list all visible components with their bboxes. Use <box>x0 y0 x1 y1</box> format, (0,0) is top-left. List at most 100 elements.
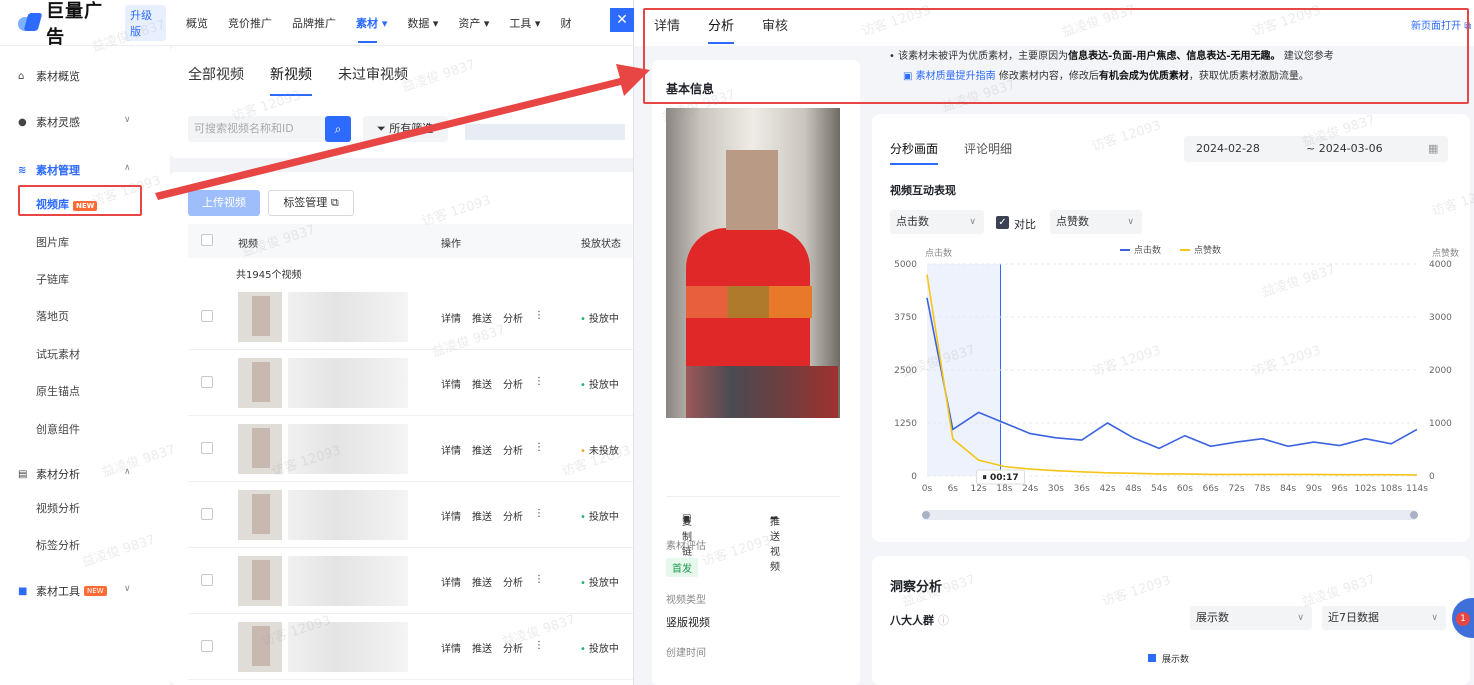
filter-button[interactable]: ⏷ 所有筛选 <box>363 116 448 142</box>
row-checkbox[interactable] <box>201 574 213 586</box>
upload-video-button[interactable]: 上传视频 <box>188 190 260 216</box>
notification-badge[interactable]: 1 <box>1456 612 1470 626</box>
row-action-2[interactable]: 分析 <box>503 442 523 457</box>
nav-brand[interactable]: 品牌推广 <box>292 15 336 31</box>
y-left-tick: 5000 <box>894 260 917 270</box>
row-checkbox[interactable] <box>201 310 213 322</box>
nav-overview[interactable]: 概览 <box>186 15 208 31</box>
tag-manage-button[interactable]: 标签管理 ⧉ <box>268 190 354 216</box>
row-action-0[interactable]: 详情 <box>441 508 461 523</box>
tab-new-videos[interactable]: 新视频 <box>270 64 312 96</box>
sidebar-item-components[interactable]: 创意组件 <box>36 421 80 437</box>
table-row[interactable]: 详情推送分析 ⋮ 投放中 <box>188 350 640 416</box>
table-row[interactable]: 详情推送分析 ⋮ 投放中 <box>188 482 640 548</box>
sidebar-item-landing[interactable]: 落地页 <box>36 308 69 324</box>
chevron-up-icon[interactable]: ∧ <box>124 163 131 173</box>
row-action-2[interactable]: 分析 <box>503 508 523 523</box>
sidebar-item-label: 素材工具 <box>36 585 80 598</box>
metric-select[interactable]: 点击数 ∨ <box>890 210 984 234</box>
help-icon[interactable]: ⓘ <box>938 614 949 627</box>
sidebar-item-overview[interactable]: ⌂ 素材概览 <box>18 68 80 84</box>
row-action-0[interactable]: 详情 <box>441 310 461 325</box>
crowd-range-value: 近7日数据 <box>1328 611 1379 624</box>
row-action-2[interactable]: 分析 <box>503 310 523 325</box>
row-action-0[interactable]: 详情 <box>441 640 461 655</box>
chevron-up-icon[interactable]: ∧ <box>124 467 131 477</box>
row-action-0[interactable]: 详情 <box>441 376 461 391</box>
video-preview[interactable] <box>666 108 840 418</box>
row-action-3[interactable]: ⋮ <box>534 574 544 589</box>
video-thumbnail[interactable] <box>238 424 282 474</box>
sidebar-item-analysis[interactable]: ▤ 素材分析 <box>18 466 80 482</box>
sidebar-item-images[interactable]: 图片库 <box>36 234 69 250</box>
row-action-3[interactable]: ⋮ <box>534 640 544 655</box>
row-action-3[interactable]: ⋮ <box>534 442 544 457</box>
video-thumbnail[interactable] <box>238 358 282 408</box>
row-action-3[interactable]: ⋮ <box>534 376 544 391</box>
row-action-3[interactable]: ⋮ <box>534 508 544 523</box>
video-thumbnail[interactable] <box>238 490 282 540</box>
row-action-1[interactable]: 推送 <box>472 508 492 523</box>
logo[interactable]: 巨量广告 升级版 <box>16 0 166 49</box>
row-checkbox[interactable] <box>201 640 213 652</box>
table-row[interactable]: 详情推送分析 ⋮ 投放中 <box>188 614 640 680</box>
row-action-1[interactable]: 推送 <box>472 442 492 457</box>
sidebar-item-playable[interactable]: 试玩素材 <box>36 346 80 362</box>
row-action-3[interactable]: ⋮ <box>534 310 544 325</box>
search-input[interactable]: 可搜索视频名称和ID <box>188 116 328 142</box>
sidebar-item-tag-analysis[interactable]: 标签分析 <box>36 537 80 553</box>
row-action-0[interactable]: 详情 <box>441 442 461 457</box>
sidebar-item-management[interactable]: ≋ 素材管理 <box>18 162 80 178</box>
row-action-2[interactable]: 分析 <box>503 640 523 655</box>
table-row[interactable]: 详情推送分析 ⋮ 投放中 <box>188 284 640 350</box>
nav-bidding[interactable]: 竞价推广 <box>228 15 272 31</box>
video-thumbnail[interactable] <box>238 556 282 606</box>
row-action-1[interactable]: 推送 <box>472 376 492 391</box>
crowd-range-select[interactable]: 近7日数据 ∨ <box>1322 606 1446 630</box>
tab-unapproved-videos[interactable]: 未过审视频 <box>338 64 408 84</box>
table-row[interactable]: 详情推送分析 ⋮ 投放中 <box>188 548 640 614</box>
sidebar-item-anchor[interactable]: 原生锚点 <box>36 383 80 399</box>
nav-assets[interactable]: 资产 ▾ <box>458 15 489 31</box>
chevron-down-icon[interactable]: ∨ <box>124 115 131 125</box>
row-action-1[interactable]: 推送 <box>472 310 492 325</box>
sidebar-item-inspiration[interactable]: ● 素材灵感 <box>18 114 80 130</box>
sidebar-item-video-analysis[interactable]: 视频分析 <box>36 500 80 516</box>
compare-select[interactable]: 点赞数 ∨ <box>1050 210 1142 234</box>
video-thumbnail[interactable] <box>238 292 282 342</box>
zoom-handle-left[interactable] <box>922 511 930 519</box>
row-action-1[interactable]: 推送 <box>472 640 492 655</box>
tab-all-videos[interactable]: 全部视频 <box>188 64 244 84</box>
search-icon[interactable]: ⌕ <box>325 116 351 142</box>
sidebar-item-sublinks[interactable]: 子链库 <box>36 271 69 287</box>
row-checkbox[interactable] <box>201 442 213 454</box>
interaction-line-chart[interactable]: 0 1250 2500 3750 5000 0 1000 2000 3000 4000 0s 6s 12… <box>872 238 1470 538</box>
row-checkbox[interactable] <box>201 376 213 388</box>
crowd-label: 八大人群 ⓘ <box>890 612 949 628</box>
select-all-checkbox[interactable] <box>201 234 213 246</box>
chevron-down-icon[interactable]: ∨ <box>124 584 131 594</box>
video-thumbnail[interactable] <box>238 622 282 672</box>
row-checkbox[interactable] <box>201 508 213 520</box>
row-action-1[interactable]: 推送 <box>472 574 492 589</box>
zoom-slider[interactable] <box>922 510 1418 520</box>
row-action-2[interactable]: 分析 <box>503 376 523 391</box>
legend-swatch <box>1148 654 1156 662</box>
zoom-handle-right[interactable] <box>1410 511 1418 519</box>
date-range-picker[interactable]: 2024-02-28 ~ 2024-03-06 ▦ <box>1184 136 1448 162</box>
nav-finance[interactable]: 财 <box>560 15 571 31</box>
compare-checkbox[interactable]: ✓ <box>996 216 1009 229</box>
sidebar-item-tools[interactable]: ■ 素材工具 NEW <box>18 583 107 599</box>
close-icon[interactable]: ✕ <box>610 8 634 32</box>
tab-per-second[interactable]: 分秒画面 <box>890 140 939 165</box>
x-tick: 66s <box>1203 484 1219 494</box>
tab-comments[interactable]: 评论明细 <box>964 140 1012 157</box>
row-action-2[interactable]: 分析 <box>503 574 523 589</box>
row-action-0[interactable]: 详情 <box>441 574 461 589</box>
crowd-metric-select[interactable]: 展示数 ∨ <box>1190 606 1312 630</box>
nav-data[interactable]: 数据 ▾ <box>407 15 438 31</box>
nav-material[interactable]: 素材 ▾ <box>356 15 387 43</box>
chart-tabs: 分秒画面 评论明细 <box>890 140 1012 165</box>
nav-tools[interactable]: 工具 ▾ <box>509 15 540 31</box>
table-row[interactable]: 详情推送分析 ⋮ 未投放 <box>188 416 640 482</box>
